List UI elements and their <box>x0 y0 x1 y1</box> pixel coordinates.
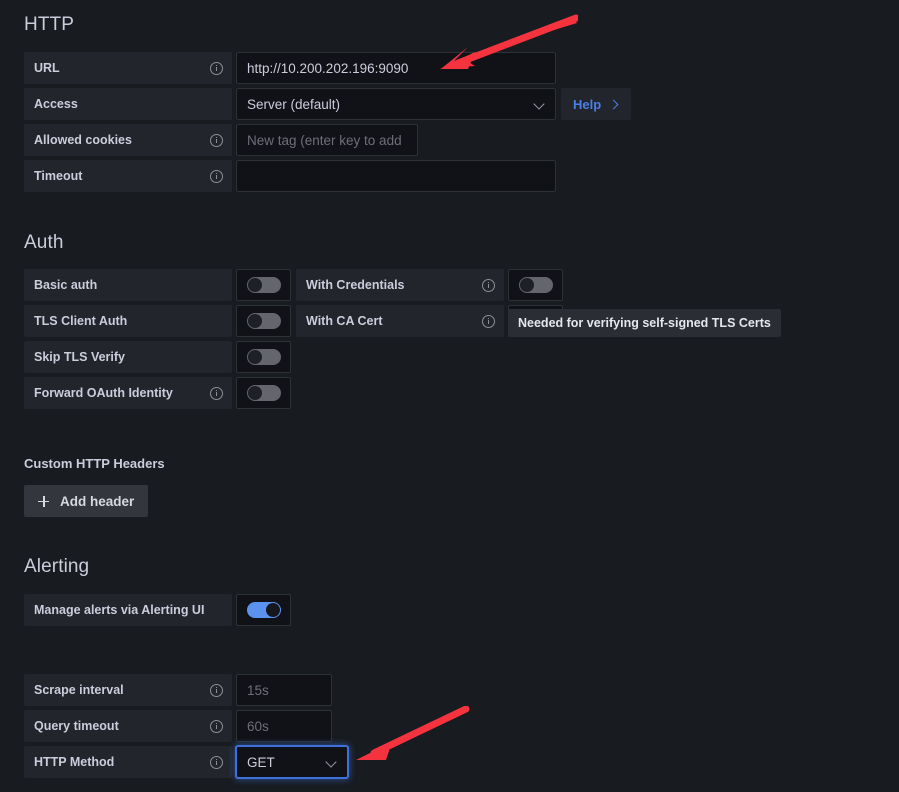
info-icon[interactable] <box>210 755 223 769</box>
add-header-button-label: Add header <box>60 493 135 509</box>
timeout-input[interactable] <box>236 160 556 192</box>
label-tls-client-auth-text: TLS Client Auth <box>34 314 128 328</box>
form-row-url: URL http://10.200.202.196:9090 <box>24 52 556 84</box>
switch-track <box>246 313 281 329</box>
label-basic-auth: Basic auth <box>24 269 232 301</box>
label-skip-tls-verify-text: Skip TLS Verify <box>34 350 126 364</box>
label-allowed-cookies: Allowed cookies <box>24 124 232 156</box>
switch-knob <box>519 278 534 292</box>
label-query-timeout-text: Query timeout <box>34 719 119 733</box>
label-access: Access <box>24 88 232 120</box>
form-row-with-credentials: With Credentials <box>296 269 563 301</box>
arrow-to-http-method-field <box>356 706 470 760</box>
label-query-timeout: Query timeout <box>24 710 232 742</box>
info-icon[interactable] <box>210 386 223 400</box>
url-input[interactable]: http://10.200.202.196:9090 <box>236 52 556 84</box>
http-method-select-value: GET <box>247 754 275 770</box>
help-button-label: Help <box>573 96 602 112</box>
form-row-scrape-interval: Scrape interval 15s <box>24 674 332 706</box>
switch-track <box>518 277 553 293</box>
info-icon[interactable] <box>210 133 223 147</box>
info-icon[interactable] <box>210 61 223 75</box>
switch-track <box>246 349 281 365</box>
label-timeout: Timeout <box>24 160 232 192</box>
label-manage-alerts: Manage alerts via Alerting UI <box>24 594 232 626</box>
label-scrape-interval-text: Scrape interval <box>34 683 124 697</box>
section-title-custom-http-headers: Custom HTTP Headers <box>24 456 165 471</box>
tooltip-with-ca-cert: Needed for verifying self-signed TLS Cer… <box>508 309 781 337</box>
access-select-value: Server (default) <box>247 96 341 112</box>
toggle-skip-tls-verify[interactable] <box>236 341 291 373</box>
form-row-query-timeout: Query timeout 60s <box>24 710 332 742</box>
label-with-credentials: With Credentials <box>296 269 504 301</box>
help-button[interactable]: Help <box>561 88 632 120</box>
datasource-settings-page: HTTP URL http://10.200.202.196:9090 Acce… <box>0 0 899 792</box>
section-title-alerting: Alerting <box>24 556 90 577</box>
allowed-cookies-input[interactable]: New tag (enter key to add <box>236 124 418 156</box>
toggle-forward-oauth-identity[interactable] <box>236 377 291 409</box>
label-forward-oauth-identity-text: Forward OAuth Identity <box>34 386 173 400</box>
form-row-basic-auth: Basic auth <box>24 269 291 301</box>
toggle-basic-auth[interactable] <box>236 269 291 301</box>
label-manage-alerts-text: Manage alerts via Alerting UI <box>34 603 205 617</box>
label-tls-client-auth: TLS Client Auth <box>24 305 232 337</box>
switch-knob <box>247 350 262 364</box>
label-forward-oauth-identity: Forward OAuth Identity <box>24 377 232 409</box>
switch-knob <box>247 386 262 400</box>
label-http-method: HTTP Method <box>24 746 232 778</box>
toggle-with-credentials[interactable] <box>508 269 563 301</box>
form-row-http-method: HTTP Method GET <box>24 746 348 778</box>
form-row-skip-tls-verify: Skip TLS Verify <box>24 341 291 373</box>
toggle-manage-alerts[interactable] <box>236 594 291 626</box>
info-icon[interactable] <box>482 278 495 292</box>
info-icon[interactable] <box>482 314 495 328</box>
form-row-manage-alerts: Manage alerts via Alerting UI <box>24 594 291 626</box>
switch-knob <box>265 603 280 617</box>
label-with-ca-cert: With CA Cert <box>296 305 504 337</box>
label-scrape-interval: Scrape interval <box>24 674 232 706</box>
switch-knob <box>247 278 262 292</box>
section-title-auth: Auth <box>24 232 64 253</box>
label-access-text: Access <box>34 97 78 111</box>
label-url-text: URL <box>34 61 60 75</box>
toggle-tls-client-auth[interactable] <box>236 305 291 337</box>
label-skip-tls-verify: Skip TLS Verify <box>24 341 232 373</box>
label-allowed-cookies-text: Allowed cookies <box>34 133 132 147</box>
scrape-interval-input[interactable]: 15s <box>236 674 332 706</box>
label-http-method-text: HTTP Method <box>34 755 115 769</box>
label-with-credentials-text: With Credentials <box>306 278 405 292</box>
form-row-access: Access Server (default) Help <box>24 88 632 120</box>
label-timeout-text: Timeout <box>34 169 83 183</box>
section-title-http: HTTP <box>24 14 75 35</box>
info-icon[interactable] <box>210 719 223 733</box>
switch-track <box>246 602 281 618</box>
switch-knob <box>247 314 262 328</box>
switch-track <box>246 385 281 401</box>
plus-icon <box>38 495 49 507</box>
form-row-allowed-cookies: Allowed cookies New tag (enter key to ad… <box>24 124 418 156</box>
form-row-forward-oauth-identity: Forward OAuth Identity <box>24 377 291 409</box>
form-row-tls-client-auth: TLS Client Auth <box>24 305 291 337</box>
label-with-ca-cert-text: With CA Cert <box>306 314 383 328</box>
chevron-down-icon <box>534 98 546 110</box>
chevron-right-icon <box>610 100 619 109</box>
info-icon[interactable] <box>210 169 223 183</box>
label-url: URL <box>24 52 232 84</box>
form-row-timeout: Timeout <box>24 160 556 192</box>
add-header-button[interactable]: Add header <box>24 485 149 517</box>
http-method-select[interactable]: GET <box>236 746 348 778</box>
access-select[interactable]: Server (default) <box>236 88 556 120</box>
info-icon[interactable] <box>210 683 223 697</box>
query-timeout-input[interactable]: 60s <box>236 710 332 742</box>
chevron-down-icon <box>326 756 338 768</box>
switch-track <box>246 277 281 293</box>
label-basic-auth-text: Basic auth <box>34 278 98 292</box>
